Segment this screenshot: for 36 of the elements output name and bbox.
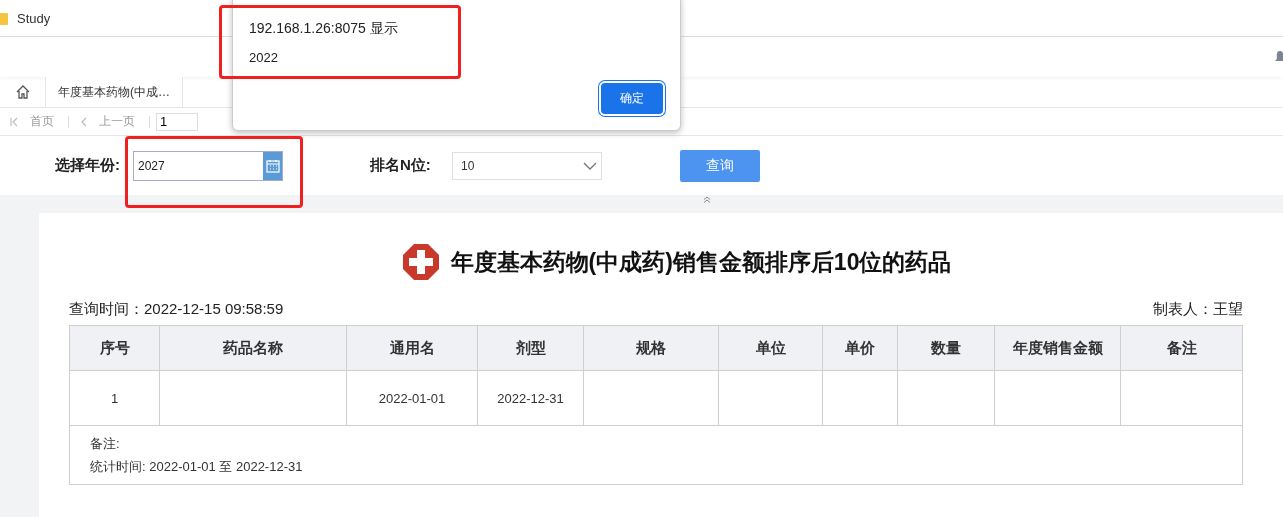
- folder-icon: [0, 11, 8, 25]
- report-title: 年度基本药物(中成药)销售金额排序后10位的药品: [450, 247, 952, 277]
- collapse-icon[interactable]: [702, 196, 711, 203]
- column-header: 数量: [897, 325, 995, 371]
- table-cell: 2022-01-01: [378, 390, 446, 406]
- column-header: 单价: [822, 325, 898, 371]
- report-author: 制表人：王望: [1153, 300, 1243, 319]
- previous-page-icon: [81, 116, 87, 127]
- column-header: 剂型: [477, 325, 584, 371]
- column-header: 序号: [69, 325, 160, 371]
- column-header: 单位: [718, 325, 823, 371]
- column-header: 通用名: [346, 325, 478, 371]
- query-time: 查询时间：2022-12-15 09:58:59: [69, 300, 284, 319]
- calendar-icon[interactable]: [263, 151, 282, 180]
- column-header: 年度销售金额: [994, 325, 1121, 371]
- column-header: 药品名称: [159, 325, 347, 371]
- window-title: Study: [17, 10, 51, 26]
- page-number-field[interactable]: 1: [156, 112, 198, 131]
- dialog-message: 2022: [249, 50, 279, 65]
- column-header: 规格: [583, 325, 719, 371]
- rank-select[interactable]: 10: [452, 151, 602, 180]
- year-label: 选择年份:: [55, 156, 121, 175]
- bell-icon[interactable]: [1275, 50, 1283, 64]
- chevron-down-icon: [583, 161, 597, 170]
- table-cell: 2022-12-31: [497, 390, 564, 406]
- table-cell: 1: [110, 390, 119, 406]
- year-field[interactable]: 2027: [133, 150, 283, 181]
- first-page-icon: [10, 116, 18, 127]
- ok-button[interactable]: 确定: [601, 83, 663, 114]
- home-icon: [14, 84, 31, 100]
- column-header: 备注: [1120, 325, 1243, 371]
- dialog-origin: 192.168.1.26:8075 显示: [249, 20, 399, 38]
- note-line: 统计时间: 2022-01-01 至 2022-12-31: [90, 458, 304, 476]
- note-line: 备注:: [90, 435, 121, 453]
- cross-logo-icon: [400, 242, 441, 282]
- rank-label: 排名N位:: [370, 156, 432, 175]
